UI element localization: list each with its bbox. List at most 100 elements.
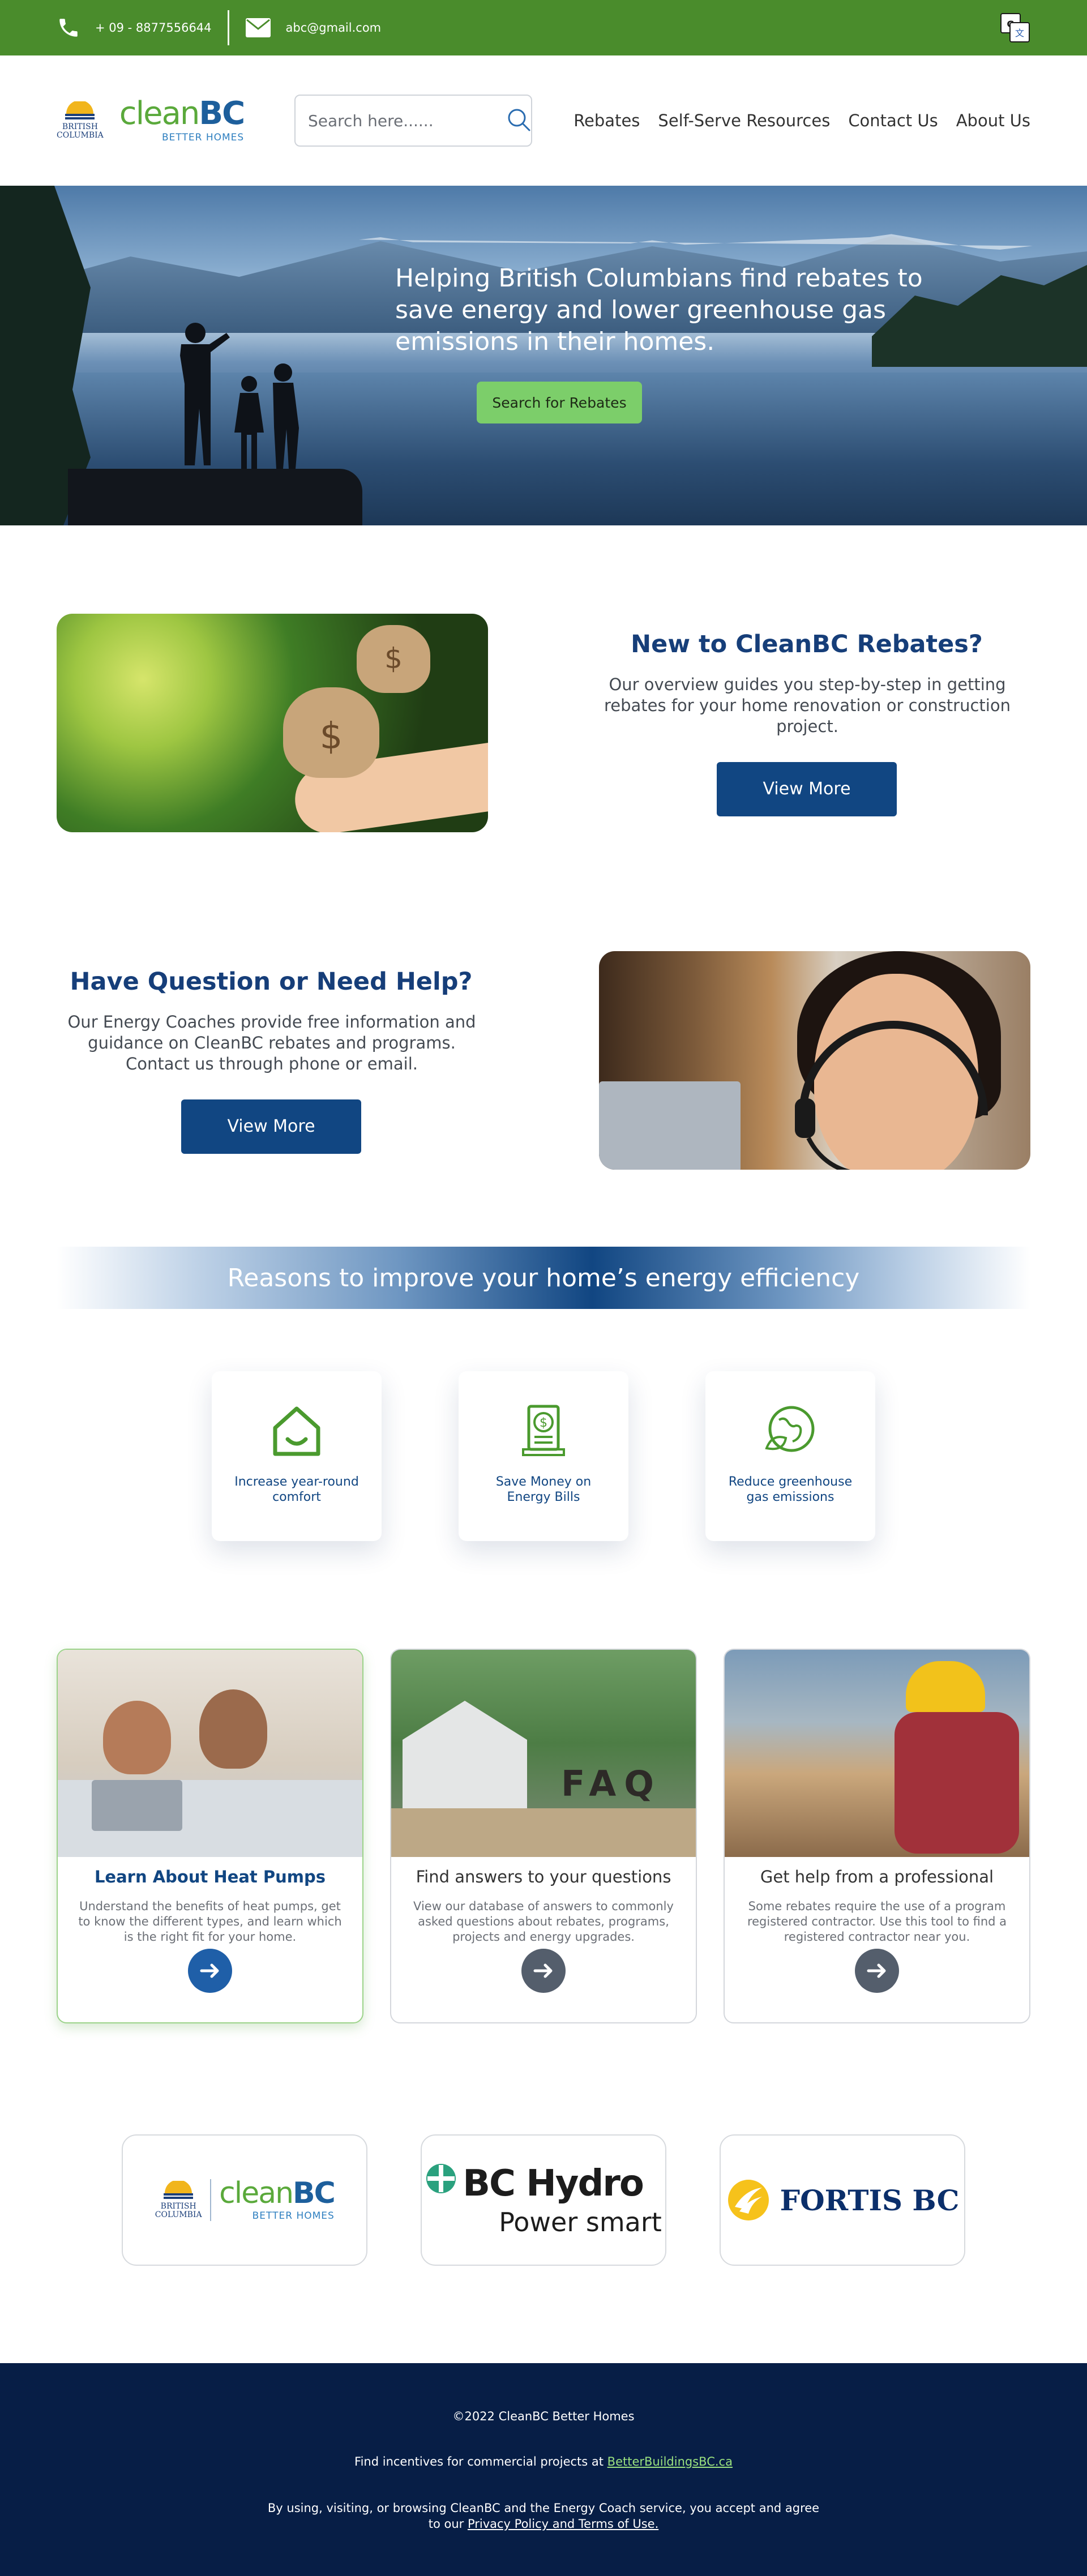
footer-legal: By using, visiting, or browsing CleanBC … [266,2500,821,2532]
arrow-right-icon [867,1963,886,1978]
cleanbc-logo[interactable]: BRITISH COLUMBIA cleanBC BETTER HOMES [57,95,245,144]
faq-blocks-text: FAQ [561,1763,662,1804]
nav-rebates[interactable]: Rebates [574,111,640,130]
reason-label-comfort: Increase year-round comfort [234,1475,359,1504]
top-bar: + 09 - 8877556644 abc@gmail.com G 文 [0,0,1087,55]
new-to-rebates-view-more-button[interactable]: View More [717,761,897,816]
partner-logos: BRITISH COLUMBIA cleanBC BETTER HOMES BC… [0,2134,1087,2266]
footer-copyright: ©2022 CleanBC Better Homes [452,2410,635,2423]
bc-sunset-icon [164,2180,194,2200]
translate-icon[interactable]: G 文 [1000,12,1030,43]
fortis-flame-icon [727,2180,769,2220]
professional-arrow-button[interactable] [855,1949,899,1993]
new-to-rebates-description: Our overview guides you step-by-step in … [604,674,1011,736]
better-buildings-link[interactable]: BetterBuildingsBC.ca [607,2455,733,2468]
reason-card-save-money[interactable]: $ Save Money on Energy Bills [459,1371,628,1541]
heat-pumps-arrow-button[interactable] [188,1949,232,1993]
phone-number[interactable]: + 09 - 8877556644 [95,21,212,35]
reasons-banner: Reasons to improve your home’s energy ef… [57,1247,1030,1309]
energy-coach-image [599,951,1030,1170]
search-input[interactable] [308,111,506,130]
home-smile-icon [273,1406,320,1456]
main-nav: Rebates Self-Serve Resources Contact Us … [574,111,1030,130]
laptop-shape [92,1780,182,1831]
reason-label-reduce-emissions: Reduce greenhouse gas emissions [728,1475,853,1504]
contractor-photo [725,1650,1029,1857]
worker-shape [895,1712,1019,1854]
search-for-rebates-button[interactable]: Search for Rebates [477,382,642,423]
email-address[interactable]: abc@gmail.com [286,21,382,35]
need-help-section: Have Question or Need Help? Our Energy C… [0,951,1087,1170]
bc-logo-line1: BRITISH [62,122,98,132]
money-bag-icon: $ [283,687,379,778]
faq-photo: FAQ [391,1650,696,1857]
need-help-description: Our Energy Coaches provide free informat… [67,1012,476,1073]
svg-text:文: 文 [1015,28,1024,38]
mail-icon [245,18,271,38]
bc-hydro-emblem-icon [426,2164,456,2193]
faq-title: Find answers to your questions [416,1867,671,1886]
partner-logo-subtitle: BETTER HOMES [252,2210,335,2222]
bc-hydro-logo[interactable]: BC Hydro Power smart [421,2134,666,2266]
privacy-policy-link[interactable]: Privacy Policy and Terms of Use. [468,2517,658,2531]
cleanbc-wordmark: cleanBC BETTER HOMES [119,95,245,144]
heat-pumps-card[interactable]: Learn About Heat Pumps Understand the be… [57,1649,363,2023]
site-footer: ©2022 CleanBC Better Homes Find incentiv… [0,2363,1087,2576]
new-to-rebates-section: $ $ New to CleanBC Rebates? Our overview… [0,614,1087,832]
bc-government-logo: BRITISH COLUMBIA [155,2180,202,2219]
logo-bc: BC [199,95,245,132]
faq-arrow-button[interactable] [521,1949,566,1993]
site-header: BRITISH COLUMBIA cleanBC BETTER HOMES Re… [0,55,1087,186]
professional-title: Get help from a professional [760,1867,994,1886]
faq-card[interactable]: FAQ Find answers to your questions View … [390,1649,697,2023]
partner-logo-bc: BC [293,2176,336,2210]
footer-commercial-text: Find incentives for commercial projects … [354,2455,607,2468]
reason-card-comfort[interactable]: Increase year-round comfort [212,1371,382,1541]
partner-bc-line2: COLUMBIA [155,2210,202,2219]
bc-sunset-icon [65,100,95,120]
fortis-bc-name: FORTIS BC [780,2183,960,2217]
topbar-divider [227,10,229,45]
money-bags-image: $ $ [57,614,488,832]
need-help-title: Have Question or Need Help? [70,967,473,996]
partner-bc-line1: BRITISH [160,2202,196,2211]
nav-about-us[interactable]: About Us [956,111,1030,130]
monitor-shape [599,1081,741,1170]
bc-hydro-name: BC Hydro [463,2163,644,2205]
hero-rock [68,469,362,525]
new-to-rebates-text: New to CleanBC Rebates? Our overview gui… [592,630,1021,816]
footer-commercial: Find incentives for commercial projects … [0,2455,1087,2468]
cleanbc-partner-logo[interactable]: BRITISH COLUMBIA cleanBC BETTER HOMES [122,2134,367,2266]
person-shape [199,1689,267,1769]
bc-logo-line2: COLUMBIA [57,130,104,140]
nav-self-serve-resources[interactable]: Self-Serve Resources [658,111,830,130]
logo-subtitle: BETTER HOMES [161,132,245,143]
phone-icon [57,16,80,40]
person-shape [103,1701,171,1774]
email-contact[interactable]: abc@gmail.com [245,18,382,38]
reason-label-save-money: Save Money on Energy Bills [495,1475,592,1504]
dollar-bill-icon: $ [522,1405,565,1456]
arrow-right-icon [200,1963,219,1978]
nav-contact-us[interactable]: Contact Us [848,111,938,130]
professional-card[interactable]: Get help from a professional Some rebate… [724,1649,1030,2023]
hero-banner: Helping British Columbians find rebates … [0,186,1087,525]
need-help-view-more-button[interactable]: View More [181,1099,361,1154]
wood-blocks-shape [391,1808,696,1857]
heat-pumps-title: Learn About Heat Pumps [94,1867,326,1886]
faq-description: View our database of answers to commonly… [413,1899,674,1944]
partner-logo-clean: clean [219,2176,294,2210]
svg-text:$: $ [540,1416,547,1430]
hero-title: Helping British Columbians find rebates … [395,264,923,356]
heat-pumps-description: Understand the benefits of heat pumps, g… [78,1899,342,1944]
phone-contact[interactable]: + 09 - 8877556644 [57,16,212,40]
fortis-bc-logo[interactable]: FORTIS BC [720,2134,965,2266]
search-box[interactable] [294,95,532,147]
search-icon[interactable] [506,106,532,135]
money-bag-icon: $ [357,625,430,693]
professional-description: Some rebates require the use of a progra… [747,1899,1007,1944]
logo-separator [210,2179,212,2221]
bc-hydro-tagline: Power smart [499,2207,662,2237]
reason-card-reduce-emissions[interactable]: Reduce greenhouse gas emissions [705,1371,875,1541]
new-to-rebates-title: New to CleanBC Rebates? [631,630,983,658]
